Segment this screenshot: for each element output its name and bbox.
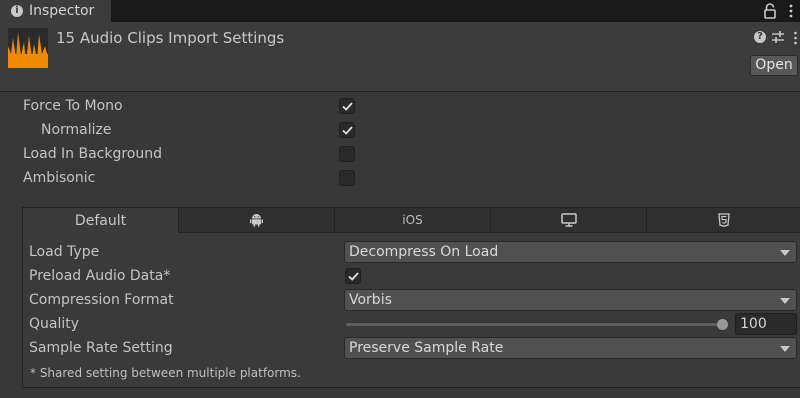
normalize-label: Normalize	[41, 122, 112, 138]
tab-webgl[interactable]	[647, 208, 800, 233]
chevron-down-icon	[780, 346, 790, 352]
checkmark-icon	[348, 272, 359, 281]
more-vertical-icon[interactable]	[788, 4, 794, 18]
tab-ios[interactable]: iOS	[335, 208, 491, 233]
preload-audio-data-checkbox[interactable]	[345, 268, 361, 284]
preload-audio-data-label: Preload Audio Data*	[29, 268, 171, 284]
open-button[interactable]: Open	[750, 55, 798, 76]
page-title: 15 Audio Clips Import Settings	[56, 29, 285, 47]
compression-format-value: Vorbis	[349, 292, 392, 308]
quality-slider-track[interactable]	[346, 323, 726, 326]
help-icon[interactable]: ?	[754, 31, 766, 43]
inspector-tab[interactable]: i Inspector	[0, 0, 111, 22]
import-settings-header: 15 Audio Clips Import Settings ? Open	[0, 22, 800, 92]
sample-rate-setting-label: Sample Rate Setting	[29, 340, 173, 356]
tab-standalone[interactable]	[491, 208, 647, 233]
chevron-down-icon	[780, 298, 790, 304]
tab-android[interactable]	[179, 208, 335, 233]
quality-label: Quality	[29, 316, 80, 332]
normalize-checkbox[interactable]	[339, 122, 355, 138]
tab-default-label: Default	[74, 212, 127, 229]
force-to-mono-label: Force To Mono	[23, 98, 123, 114]
compression-format-label: Compression Format	[29, 292, 174, 308]
sample-rate-setting-dropdown[interactable]: Preserve Sample Rate	[344, 337, 797, 359]
load-in-background-checkbox[interactable]	[339, 146, 355, 162]
tab-default[interactable]: Default	[23, 208, 179, 233]
load-type-value: Decompress On Load	[349, 244, 499, 260]
html5-icon	[718, 213, 730, 227]
window-tab-bar: i Inspector	[0, 0, 800, 22]
android-icon	[250, 214, 263, 227]
chevron-down-icon	[780, 250, 790, 256]
ambisonic-checkbox[interactable]	[339, 170, 355, 186]
load-type-label: Load Type	[29, 244, 100, 260]
audio-clip-icon	[8, 28, 48, 68]
checkmark-icon	[342, 126, 353, 135]
sample-rate-setting-value: Preserve Sample Rate	[349, 340, 504, 356]
info-icon: i	[11, 5, 23, 17]
lock-icon[interactable]	[763, 3, 777, 19]
monitor-icon	[560, 213, 577, 227]
compression-format-dropdown[interactable]: Vorbis	[344, 289, 797, 311]
ambisonic-label: Ambisonic	[23, 170, 96, 186]
load-type-dropdown[interactable]: Decompress On Load	[344, 241, 797, 263]
checkmark-icon	[342, 102, 353, 111]
force-to-mono-checkbox[interactable]	[339, 98, 355, 114]
quality-slider-handle[interactable]	[717, 319, 728, 330]
inspector-tab-title: Inspector	[29, 3, 95, 19]
quality-number-field[interactable]: 100	[735, 313, 797, 335]
preset-sliders-icon[interactable]	[771, 30, 785, 44]
tab-ios-label: iOS	[402, 213, 423, 227]
platform-tabs: Default iOS	[23, 208, 800, 233]
more-vertical-icon[interactable]	[793, 31, 798, 45]
shared-setting-footnote: * Shared setting between multiple platfo…	[30, 366, 301, 380]
load-in-background-label: Load In Background	[23, 146, 163, 162]
